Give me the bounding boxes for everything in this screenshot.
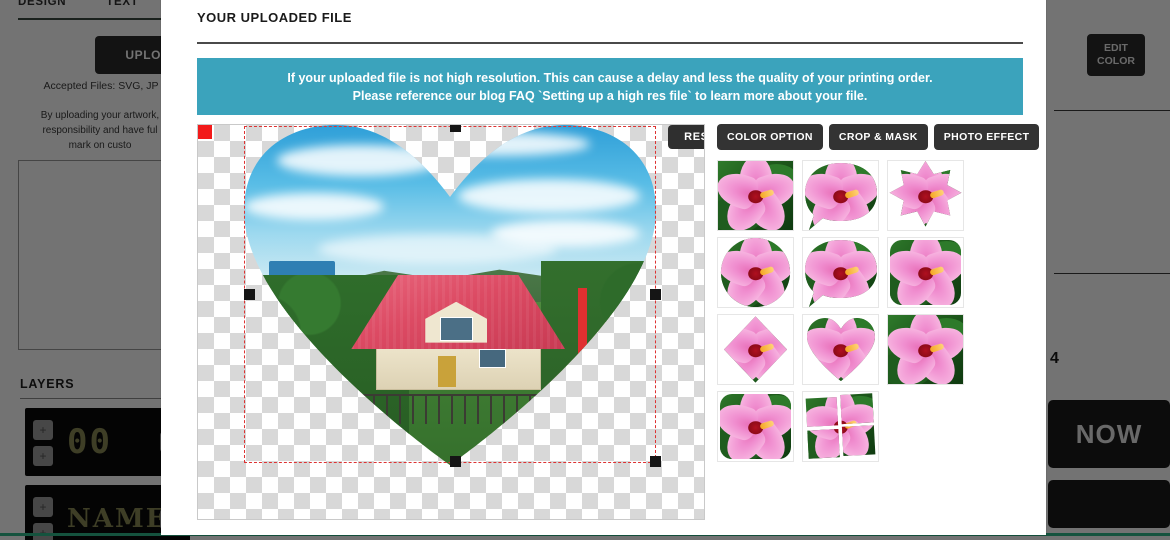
grid-panel [805, 396, 839, 427]
selection-bounding-box[interactable] [244, 126, 656, 463]
resolution-notice-banner: If your uploaded file is not high resolu… [197, 58, 1023, 115]
flower-thumbnail [724, 316, 787, 383]
mask-option-heart[interactable] [802, 314, 879, 385]
grid-panel [806, 428, 840, 459]
grid-panel [840, 393, 874, 424]
flower-thumbnail [718, 161, 793, 230]
editor-tool-tabs: COLOR OPTION CROP & MASK PHOTO EFFECT [717, 124, 1040, 150]
notice-line-2: Please reference our blog FAQ `Setting u… [352, 88, 868, 103]
flower-thumbnail [803, 238, 878, 307]
mask-option-square[interactable] [717, 160, 794, 231]
flower-thumbnail [888, 315, 963, 384]
image-editor-canvas[interactable]: RESET [197, 124, 705, 520]
notice-line-1: If your uploaded file is not high resolu… [287, 70, 933, 85]
flower-thumbnail [840, 393, 874, 424]
tab-color-option[interactable]: COLOR OPTION [717, 124, 823, 150]
mask-option-speech-bubble-2[interactable] [802, 237, 879, 308]
flower-thumbnail [720, 394, 791, 459]
resize-handle-bottom-right[interactable] [650, 456, 661, 467]
flower-thumbnail [890, 240, 961, 305]
tab-crop-and-mask[interactable]: CROP & MASK [828, 124, 928, 150]
resize-handle-right[interactable] [650, 289, 661, 300]
mask-option-rounded-square[interactable] [717, 391, 794, 462]
tab-photo-effect[interactable]: PHOTO EFFECT [933, 124, 1040, 150]
flower-thumbnail [841, 425, 876, 456]
flower-thumbnail [803, 161, 878, 230]
flower-thumbnail [803, 315, 878, 384]
origin-marker-icon [198, 125, 212, 139]
resize-handle-top[interactable] [450, 125, 461, 132]
mask-option-speech-bubble[interactable] [802, 160, 879, 231]
flower-thumbnail [805, 396, 839, 427]
mask-option-four-panel-grid[interactable] [802, 391, 879, 462]
mask-option-star[interactable] [887, 160, 964, 231]
app-root: DESIGN TEXT UPLOAD Accepted Files: SVG, … [0, 0, 1170, 540]
resize-handle-left[interactable] [244, 289, 255, 300]
flower-thumbnail [720, 238, 791, 307]
grid-panel [841, 425, 876, 456]
reset-button[interactable]: RESET [668, 125, 704, 149]
mask-option-square-2[interactable] [887, 314, 964, 385]
four-panel-mask [804, 392, 878, 460]
uploaded-file-modal: YOUR UPLOADED FILE If your uploaded file… [161, 0, 1046, 535]
modal-title: YOUR UPLOADED FILE [197, 10, 352, 25]
flower-thumbnail [806, 428, 840, 459]
resize-handle-bottom[interactable] [450, 456, 461, 467]
flower-thumbnail [889, 161, 962, 227]
mask-option-diamond[interactable] [717, 314, 794, 385]
mask-option-circle[interactable] [717, 237, 794, 308]
mask-option-rounded-rect[interactable] [887, 237, 964, 308]
modal-title-divider [197, 42, 1023, 44]
mask-thumbnail-grid [717, 160, 1029, 462]
